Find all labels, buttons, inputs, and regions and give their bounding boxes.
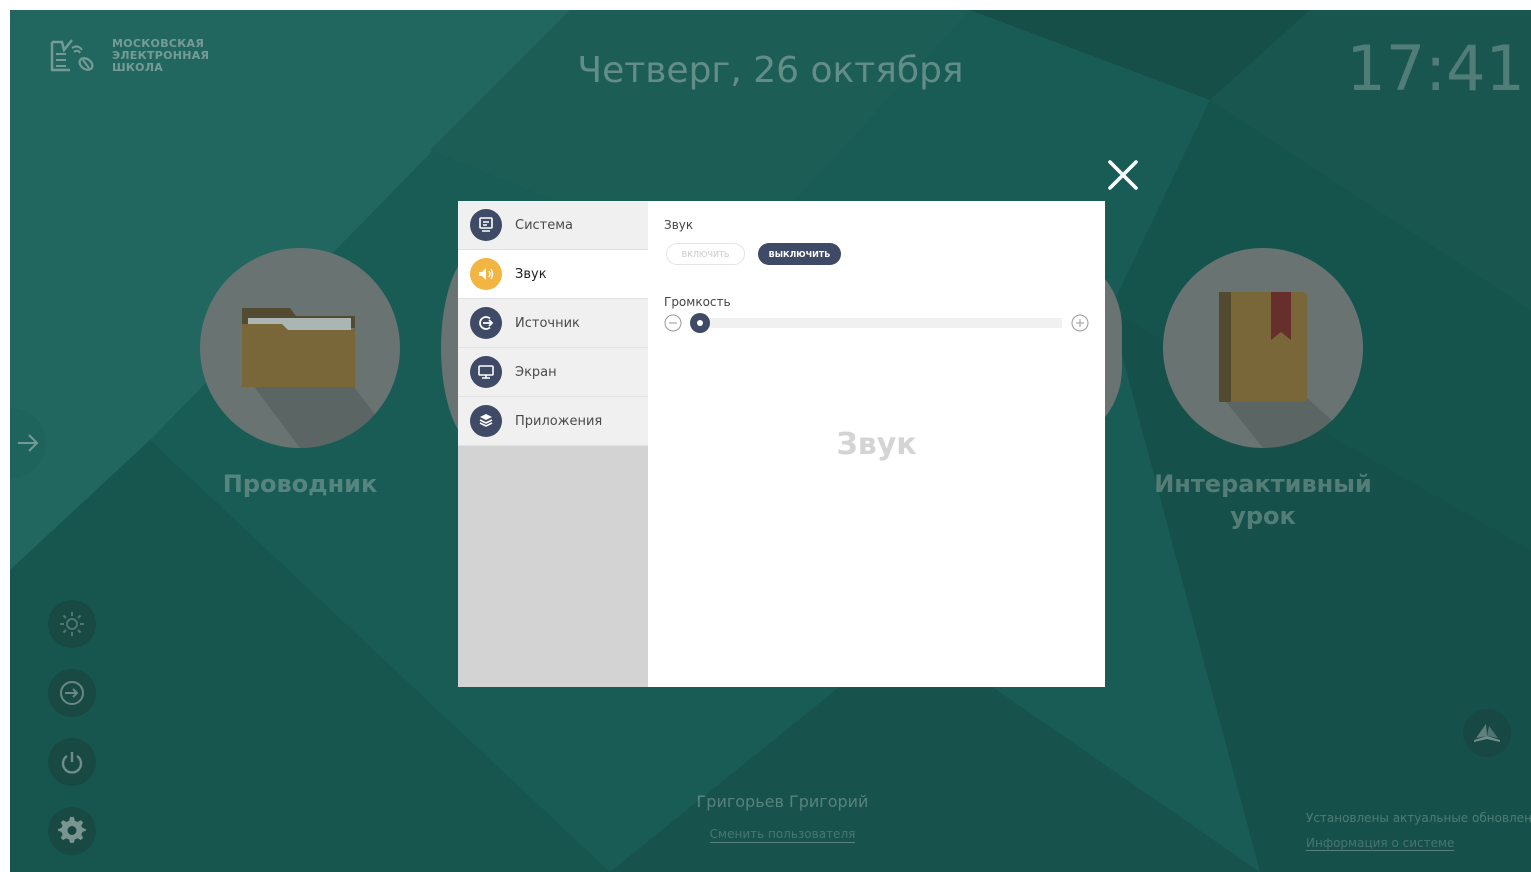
menu-item-system[interactable]: Система bbox=[458, 201, 648, 250]
volume-label: Громкость bbox=[664, 295, 731, 309]
desktop-screen: МОСКОВСКАЯ ЭЛЕКТРОННАЯ ШКОЛА Четверг, 26… bbox=[10, 10, 1531, 872]
apps-icon bbox=[470, 405, 502, 437]
speaker-icon bbox=[470, 258, 502, 290]
menu-item-sound[interactable]: Звук bbox=[458, 250, 648, 299]
volume-increase-icon[interactable] bbox=[1071, 314, 1089, 332]
source-icon bbox=[470, 307, 502, 339]
sound-off-button[interactable]: выключить bbox=[758, 243, 841, 265]
volume-decrease-icon[interactable] bbox=[664, 314, 682, 332]
volume-slider-thumb[interactable] bbox=[690, 313, 710, 333]
settings-dialog: Система Звук Источник Экран Приложения З… bbox=[458, 201, 1105, 687]
menu-label-system: Система bbox=[515, 217, 574, 233]
sound-section-title: Звук bbox=[664, 218, 694, 232]
sound-watermark: Звук bbox=[836, 427, 917, 462]
screen-icon bbox=[470, 356, 502, 388]
close-icon[interactable] bbox=[1106, 158, 1140, 192]
settings-menu: Система Звук Источник Экран Приложения bbox=[458, 201, 648, 687]
sound-on-button[interactable]: включить bbox=[666, 243, 745, 265]
monitor-settings-icon bbox=[470, 209, 502, 241]
volume-slider-track[interactable] bbox=[694, 318, 1062, 328]
menu-label-apps: Приложения bbox=[515, 413, 603, 429]
menu-label-sound: Звук bbox=[515, 266, 547, 282]
sound-settings-panel: Звук включить выключить Громкость Звук bbox=[648, 201, 1105, 687]
menu-item-source[interactable]: Источник bbox=[458, 299, 648, 348]
menu-label-screen: Экран bbox=[515, 364, 557, 380]
menu-item-apps[interactable]: Приложения bbox=[458, 397, 648, 446]
menu-label-source: Источник bbox=[515, 315, 580, 331]
menu-item-screen[interactable]: Экран bbox=[458, 348, 648, 397]
